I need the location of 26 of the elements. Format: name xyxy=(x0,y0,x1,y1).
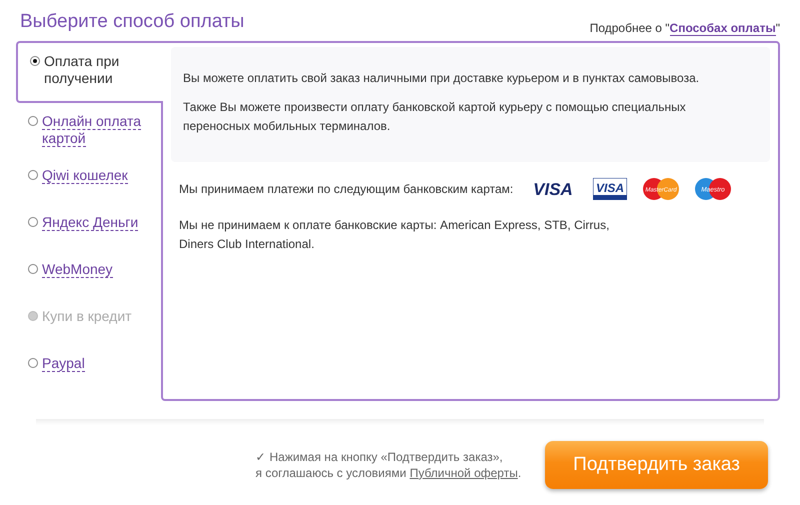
payment-method-option[interactable]: Яндекс Деньги xyxy=(16,204,161,250)
radio-button[interactable] xyxy=(28,264,38,274)
radio-button[interactable] xyxy=(28,170,38,180)
radio-button[interactable] xyxy=(28,116,38,126)
check-icon: ✓ xyxy=(255,448,266,465)
info-text: Также Вы можете произвести оплату банковской картой курьеру с помощью специальных переносных мобильных терминалов. xyxy=(183,98,687,134)
payment-method-option: Купи в кредит xyxy=(16,298,161,344)
payment-method-option[interactable]: Paypal xyxy=(16,344,161,392)
cards-text: Мы принимаем платежи по следующим банковским картам: xyxy=(179,180,514,198)
not-accepted-text: Мы не принимаем к оплате банковские карты: American Express, STB, Cirrus, Diners Club International. xyxy=(178,216,610,252)
payment-method-option[interactable]: Qiwi кошелек xyxy=(16,156,161,204)
page-title: Выберите способ оплаты xyxy=(20,10,244,34)
radio-button[interactable] xyxy=(28,358,38,368)
radio-button[interactable] xyxy=(30,56,40,66)
visa-logo: VISA xyxy=(529,178,578,198)
info-text: Вы можете оплатить свой заказ наличными при доставке курьером и в пунктах самовывоза. xyxy=(183,70,700,86)
payment-method-tab[interactable]: Оплата при получении xyxy=(16,40,163,102)
more-info-text: Подробнее о "Способах оплаты" xyxy=(590,20,780,36)
agreement-text: я соглашаюсь с условиями Публичной оферты. xyxy=(255,464,522,481)
agreement-text: Нажимая на кнопку «Подтвердить заказ», xyxy=(269,448,503,465)
payment-methods-link[interactable]: Способах оплаты xyxy=(670,20,776,36)
radio-button[interactable] xyxy=(28,216,38,226)
payment-method-option[interactable]: WebMoney xyxy=(16,250,161,298)
offer-link[interactable]: Публичной оферты xyxy=(410,466,518,480)
visa-logo: VISA xyxy=(593,178,628,200)
payment-method-option[interactable]: Онлайн оплата картой xyxy=(16,102,161,156)
